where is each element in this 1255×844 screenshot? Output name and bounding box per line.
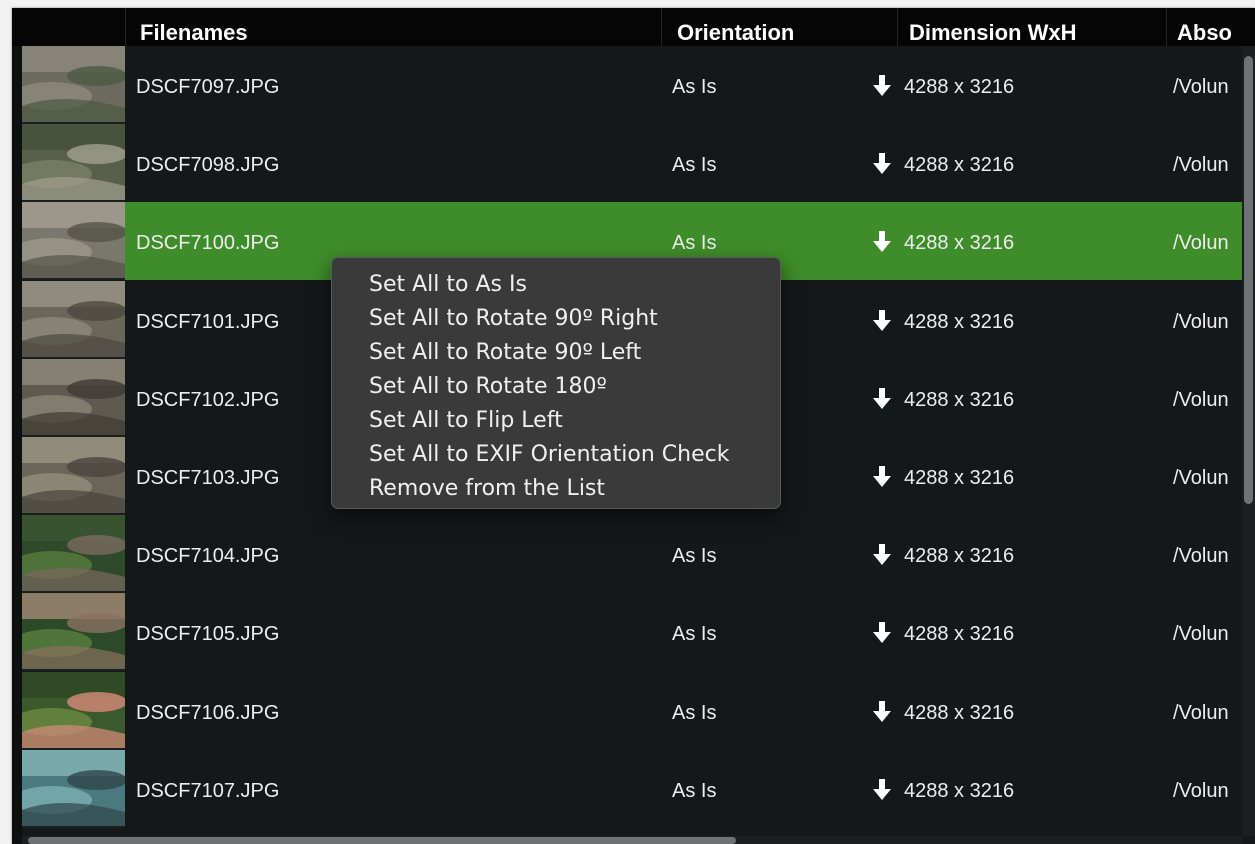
arrow-down-icon	[873, 231, 891, 258]
header-thumbnail[interactable]	[12, 8, 125, 46]
table-row[interactable]: DSCF7105.JPG As Is 4288 x 3216/Volun	[12, 593, 1255, 672]
cell-dimension: 4288 x 3216	[904, 623, 1015, 646]
cell-filename: DSCF7104.JPG	[136, 545, 280, 568]
cell-dimension: 4288 x 3216	[904, 388, 1015, 411]
table-row[interactable]: DSCF7097.JPG As Is 4288 x 3216/Volun	[12, 46, 1255, 124]
vertical-scroll-thumb[interactable]	[1244, 56, 1253, 504]
cell-dimension: 4288 x 3216	[904, 467, 1015, 489]
menu-item-remove-from-list[interactable]: Remove from the List	[332, 472, 780, 506]
cell-absolute-path: /Volun	[1173, 232, 1229, 255]
horizontal-scrollbar[interactable]	[22, 836, 1242, 844]
cell-filename: DSCF7097.JPG	[136, 76, 280, 98]
photo-thumbnail	[22, 593, 125, 672]
header-dimension[interactable]: Dimension WxH	[897, 8, 1166, 46]
menu-item-exif-orientation-check[interactable]: Set All to EXIF Orientation Check	[332, 438, 780, 472]
cell-orientation[interactable]: As Is	[672, 672, 872, 750]
cell-filename: DSCF7107.JPG	[136, 779, 280, 802]
cell-orientation[interactable]: As Is	[672, 593, 872, 671]
table-header: Filenames Orientation Dimension WxH Abso	[12, 8, 1255, 46]
cell-dimension: 4288 x 3216	[904, 154, 1015, 177]
cell-absolute-path: /Volun	[1173, 779, 1229, 802]
cell-filename: DSCF7098.JPG	[136, 154, 280, 177]
cell-dimension: 4288 x 3216	[904, 310, 1015, 333]
arrow-down-icon	[873, 387, 891, 415]
cell-dimension: 4288 x 3216	[904, 701, 1015, 724]
arrow-down-icon	[873, 544, 891, 571]
table-row[interactable]: DSCF7104.JPG As Is 4288 x 3216/Volun	[12, 515, 1255, 594]
cell-dimension: 4288 x 3216	[904, 545, 1015, 568]
header-absolute-path[interactable]: Abso	[1166, 8, 1255, 46]
cell-absolute-path: /Volun	[1173, 388, 1229, 411]
header-orientation[interactable]: Orientation	[661, 8, 897, 46]
menu-item-rotate-90-right[interactable]: Set All to Rotate 90º Right	[332, 302, 780, 336]
context-menu: Set All to As Is Set All to Rotate 90º R…	[331, 257, 781, 509]
header-filenames[interactable]: Filenames	[125, 8, 661, 46]
cell-dimension: 4288 x 3216	[904, 232, 1015, 255]
photo-thumbnail	[22, 124, 125, 203]
menu-item-rotate-180[interactable]: Set All to Rotate 180º	[332, 370, 780, 404]
menu-item-rotate-90-left[interactable]: Set All to Rotate 90º Left	[332, 336, 780, 370]
cell-absolute-path: /Volun	[1173, 310, 1229, 333]
cell-orientation[interactable]: As Is	[672, 46, 872, 124]
menu-item-set-all-as-is[interactable]: Set All to As Is	[332, 268, 780, 302]
photo-thumbnail	[22, 437, 125, 515]
photo-thumbnail	[22, 46, 125, 124]
cell-orientation[interactable]: As Is	[672, 515, 872, 593]
photo-thumbnail	[22, 671, 125, 750]
arrow-down-icon	[873, 466, 891, 493]
arrow-down-icon	[873, 309, 891, 337]
cell-orientation[interactable]: As Is	[672, 124, 872, 202]
table-row[interactable]: DSCF7098.JPG As Is 4288 x 3216/Volun	[12, 124, 1255, 203]
cell-absolute-path: /Volun	[1173, 545, 1229, 568]
arrow-down-icon	[873, 700, 891, 728]
photo-thumbnail	[22, 749, 125, 828]
vertical-scrollbar[interactable]	[1242, 46, 1255, 836]
arrow-down-icon	[873, 622, 891, 649]
menu-item-flip-left[interactable]: Set All to Flip Left	[332, 404, 780, 438]
cell-absolute-path: /Volun	[1173, 154, 1229, 177]
cell-absolute-path: /Volun	[1173, 76, 1229, 98]
horizontal-scroll-thumb[interactable]	[28, 837, 736, 844]
cell-dimension: 4288 x 3216	[904, 76, 1015, 98]
table-row[interactable]: DSCF7107.JPG As Is 4288 x 3216/Volun	[12, 749, 1255, 828]
photo-thumbnail	[22, 515, 125, 594]
photo-thumbnail	[22, 280, 125, 359]
photo-thumbnail	[22, 358, 125, 437]
arrow-down-icon	[873, 153, 891, 180]
table-row[interactable]: DSCF7106.JPG As Is 4288 x 3216/Volun	[12, 671, 1255, 750]
cell-absolute-path: /Volun	[1173, 467, 1229, 489]
cell-filename: DSCF7106.JPG	[136, 701, 280, 724]
cell-absolute-path: /Volun	[1173, 701, 1229, 724]
arrow-down-icon	[873, 778, 891, 806]
cell-filename: DSCF7105.JPG	[136, 623, 280, 646]
cell-orientation[interactable]: As Is	[672, 750, 872, 828]
arrow-down-icon	[873, 75, 891, 102]
cell-dimension: 4288 x 3216	[904, 779, 1015, 802]
cell-absolute-path: /Volun	[1173, 623, 1229, 646]
photo-thumbnail	[22, 202, 125, 281]
